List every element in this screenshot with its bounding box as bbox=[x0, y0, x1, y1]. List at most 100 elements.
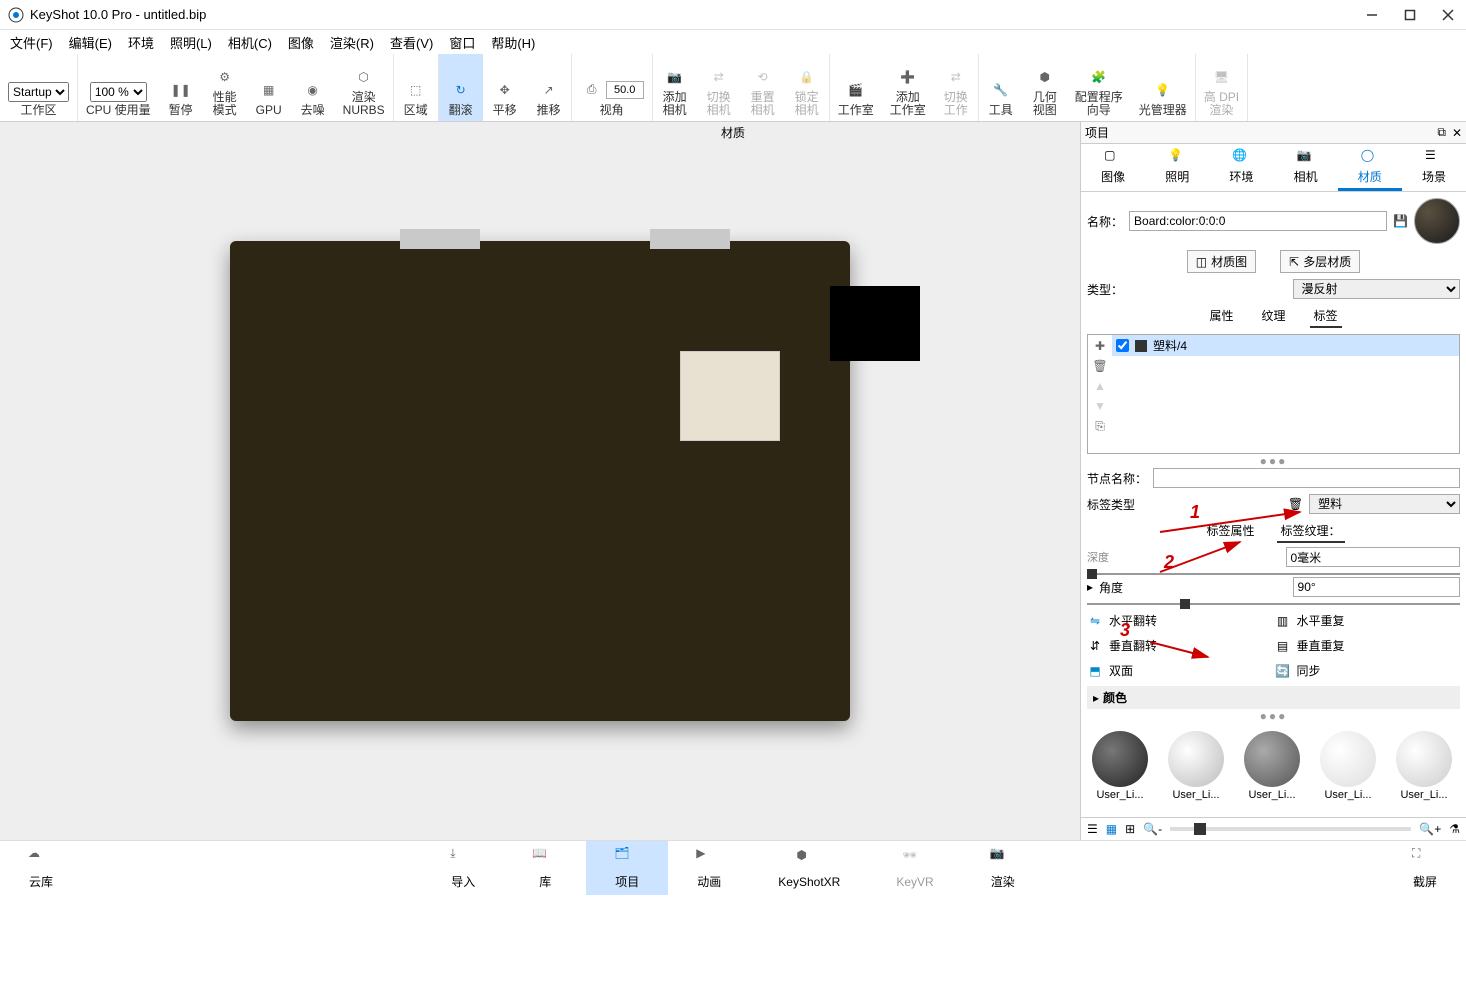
material-graph-button[interactable]: ◫材质图 bbox=[1187, 250, 1256, 273]
labeltype-label: 标签类型 bbox=[1087, 496, 1135, 513]
add-studio-button[interactable]: ➕添加 工作室 bbox=[882, 54, 934, 121]
import-button[interactable]: ⤓导入 bbox=[422, 841, 504, 895]
library-button[interactable]: 📖库 bbox=[504, 841, 586, 895]
zoom-select[interactable]: 100 % bbox=[90, 82, 147, 102]
add-icon[interactable]: ✚ bbox=[1095, 339, 1105, 353]
color-section[interactable]: ▸颜色 bbox=[1087, 686, 1460, 709]
duplicate-icon[interactable]: ⎘ bbox=[1095, 419, 1105, 434]
geoview-button[interactable]: ⬢几何 视图 bbox=[1023, 54, 1067, 121]
perf-button[interactable]: ⚙性能 模式 bbox=[203, 54, 247, 121]
viewport[interactable]: 1 2 3 bbox=[0, 122, 1080, 840]
keyvr-button[interactable]: 🕶KeyVR bbox=[868, 841, 961, 895]
layers-icon: ⇱ bbox=[1289, 255, 1299, 269]
depth-input[interactable] bbox=[1286, 547, 1461, 567]
angle-slider[interactable] bbox=[1180, 599, 1190, 609]
subtab-label[interactable]: 标签 bbox=[1310, 305, 1342, 328]
menu-edit[interactable]: 编辑(E) bbox=[63, 31, 118, 54]
pan-button[interactable]: ✥平移 bbox=[483, 54, 527, 121]
swatch-item[interactable]: User_Li... bbox=[1087, 731, 1153, 801]
angle-input[interactable] bbox=[1293, 577, 1460, 597]
tab-env[interactable]: 🌐环境 bbox=[1209, 144, 1273, 191]
down-icon[interactable]: ▼ bbox=[1094, 399, 1106, 413]
node-name-input[interactable] bbox=[1153, 468, 1460, 488]
render-button[interactable]: 📷渲染 bbox=[962, 841, 1044, 895]
filter-icon[interactable]: ⚗ bbox=[1449, 822, 1460, 836]
cpu-usage-button[interactable]: 100 % CPU 使用量 bbox=[78, 54, 159, 121]
workspace-button[interactable]: Startup 工作区 bbox=[0, 54, 77, 121]
lock-camera-button[interactable]: 🔒锁定 相机 bbox=[785, 54, 829, 121]
denoise-button[interactable]: ◉去噪 bbox=[291, 54, 335, 121]
startup-select[interactable]: Startup bbox=[8, 82, 69, 102]
list-item[interactable]: 塑料/4 bbox=[1112, 335, 1459, 356]
swatch-item[interactable]: User_Li... bbox=[1391, 731, 1457, 801]
multi-material-button[interactable]: ⇱多层材质 bbox=[1280, 250, 1360, 273]
list-view-icon[interactable]: ☰ bbox=[1087, 822, 1098, 836]
menu-camera[interactable]: 相机(C) bbox=[222, 31, 278, 54]
minimize-button[interactable] bbox=[1362, 5, 1382, 25]
add-camera-button[interactable]: 📷添加 相机 bbox=[653, 54, 697, 121]
menu-image[interactable]: 图像 bbox=[282, 31, 320, 54]
undock-icon[interactable]: ⧉ bbox=[1437, 125, 1446, 140]
tab-image[interactable]: ▢图像 bbox=[1081, 144, 1145, 191]
close-button[interactable] bbox=[1438, 5, 1458, 25]
material-name-input[interactable] bbox=[1129, 211, 1387, 231]
subtab-prop[interactable]: 属性 bbox=[1205, 305, 1237, 328]
item-checkbox[interactable] bbox=[1116, 339, 1129, 352]
cloud-library-button[interactable]: ☁云库 bbox=[0, 841, 82, 895]
swatch-more[interactable]: ●●● bbox=[1087, 709, 1460, 723]
project-button[interactable]: 🗂项目 bbox=[586, 841, 668, 895]
menu-window[interactable]: 窗口 bbox=[443, 31, 481, 54]
gpu-button[interactable]: ▦GPU bbox=[247, 54, 291, 121]
nurbs-button[interactable]: ⬡渲染 NURBS bbox=[335, 54, 393, 121]
menu-env[interactable]: 环境 bbox=[122, 31, 160, 54]
zoom-in-icon[interactable]: 🔍+ bbox=[1419, 822, 1441, 836]
pause-button[interactable]: ❚❚暂停 bbox=[159, 54, 203, 121]
menu-file[interactable]: 文件(F) bbox=[4, 31, 59, 54]
dolly-button[interactable]: ↗推移 bbox=[527, 54, 571, 121]
list-more[interactable]: ●●● bbox=[1087, 454, 1460, 468]
keyshotxr-button[interactable]: ⬢KeyShotXR bbox=[750, 841, 868, 895]
hidpi-button[interactable]: 🖥高 DPI 渲染 bbox=[1196, 54, 1247, 121]
globe-icon: 🌐 bbox=[1232, 148, 1250, 166]
tab-scene[interactable]: ☰场景 bbox=[1402, 144, 1466, 191]
material-preview[interactable] bbox=[1414, 198, 1460, 244]
type-select[interactable]: 漫反射 bbox=[1293, 279, 1461, 299]
menu-lighting[interactable]: 照明(L) bbox=[164, 31, 218, 54]
menu-render[interactable]: 渲染(R) bbox=[324, 31, 380, 54]
save-icon[interactable]: 💾 bbox=[1393, 214, 1408, 228]
switch-camera-button[interactable]: ⇄切换 相机 bbox=[697, 54, 741, 121]
view-angle-input[interactable] bbox=[606, 81, 644, 99]
grid-view-icon[interactable]: ▦ bbox=[1106, 822, 1117, 836]
zoom-slider[interactable] bbox=[1170, 827, 1411, 831]
tools-button[interactable]: 🔧工具 bbox=[979, 54, 1023, 121]
swatch-item[interactable]: User_Li... bbox=[1315, 731, 1381, 801]
tab-camera[interactable]: 📷相机 bbox=[1274, 144, 1338, 191]
swatch-item[interactable]: User_Li... bbox=[1163, 731, 1229, 801]
delete-icon[interactable]: 🗑 bbox=[1092, 359, 1107, 373]
menu-view[interactable]: 查看(V) bbox=[384, 31, 439, 54]
animation-button[interactable]: ▶动画 bbox=[668, 841, 750, 895]
depth-slider[interactable] bbox=[1087, 569, 1097, 579]
detail-view-icon[interactable]: ⊞ bbox=[1125, 822, 1135, 836]
expand-icon[interactable]: ▸ bbox=[1087, 580, 1093, 594]
region-button[interactable]: ⬚区域 bbox=[394, 54, 438, 121]
panel-close-icon[interactable]: ✕ bbox=[1452, 126, 1462, 140]
light-manager-button[interactable]: 💡光管理器 bbox=[1131, 54, 1195, 121]
zoom-out-icon[interactable]: 🔍- bbox=[1143, 822, 1162, 836]
swatch-item[interactable]: User_Li... bbox=[1239, 731, 1305, 801]
type-label: 类型： bbox=[1087, 281, 1123, 298]
up-icon[interactable]: ▲ bbox=[1094, 379, 1106, 393]
screenshot-button[interactable]: ⛶截屏 bbox=[1384, 841, 1466, 895]
tumble-button[interactable]: ↻翻滚 bbox=[439, 54, 483, 121]
wizard-button[interactable]: 🧩配置程序 向导 bbox=[1067, 54, 1131, 121]
labeltype-select[interactable]: 塑料 bbox=[1309, 494, 1460, 514]
studio-button[interactable]: 🎬工作室 bbox=[830, 54, 882, 121]
tab-material[interactable]: ◯材质 bbox=[1338, 144, 1402, 191]
maximize-button[interactable] bbox=[1400, 5, 1420, 25]
view-angle-button[interactable]: ⎙ 视角 bbox=[572, 54, 652, 121]
subtab-tex[interactable]: 纹理 bbox=[1257, 305, 1289, 328]
menu-help[interactable]: 帮助(H) bbox=[485, 31, 541, 54]
reset-camera-button[interactable]: ⟲重置 相机 bbox=[741, 54, 785, 121]
switch-studio-button[interactable]: ⇄切换 工作 bbox=[934, 54, 978, 121]
tab-lighting[interactable]: 💡照明 bbox=[1145, 144, 1209, 191]
